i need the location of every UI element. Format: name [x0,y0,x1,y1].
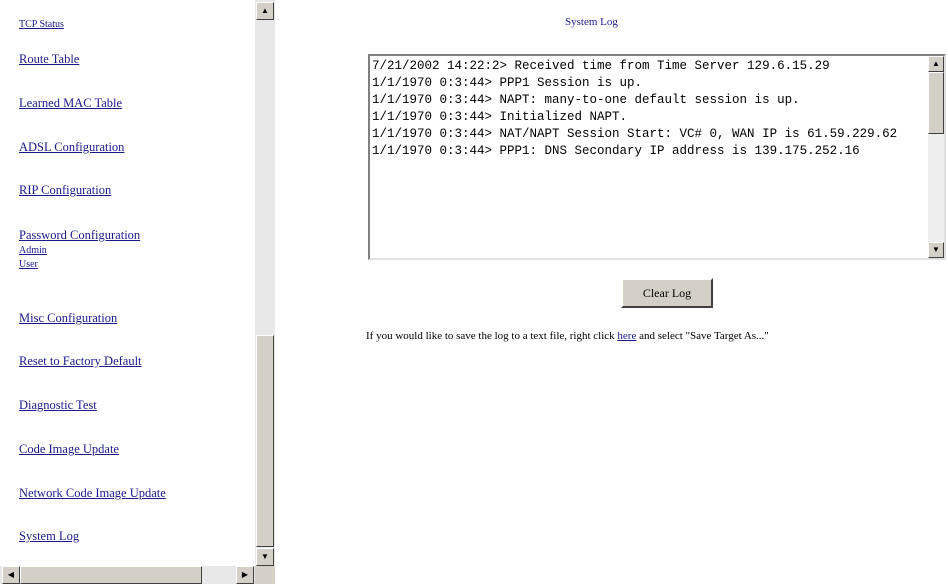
system-log-textarea[interactable]: 7/21/2002 14:22:2> Received time from Ti… [368,54,946,260]
clear-log-button[interactable]: Clear Log [621,278,713,308]
nav-link-diagnostic-test[interactable]: Diagnostic Test [19,398,97,413]
nav-vertical-scroll-thumb[interactable] [256,335,274,547]
nav-link-password-configuration[interactable]: Password Configuration [19,228,140,243]
scroll-right-arrow-icon[interactable]: ▶ [236,566,254,584]
nav-horizontal-scroll-thumb[interactable] [20,566,202,584]
log-scroll-down-arrow-icon[interactable]: ▼ [928,242,944,258]
save-log-instructions: If you would like to save the log to a t… [366,330,769,342]
nav-link-route-table[interactable]: Route Table [19,52,79,67]
log-vertical-scrollbar[interactable]: ▲ ▼ [928,56,944,258]
navigation-frame: TCP Status Route Table Learned MAC Table… [0,0,275,584]
nav-link-rip-configuration[interactable]: RIP Configuration [19,183,111,198]
nav-link-code-image-update[interactable]: Code Image Update [19,442,119,457]
log-scroll-up-arrow-icon[interactable]: ▲ [928,56,944,72]
nav-link-tcp-status[interactable]: TCP Status [19,19,64,30]
nav-link-admin[interactable]: Admin [19,245,47,256]
scroll-down-arrow-icon[interactable]: ▼ [256,548,274,566]
save-log-here-link[interactable]: here [617,330,636,342]
nav-link-system-log[interactable]: System Log [19,529,79,544]
save-instructions-text-after: and select "Save Target As..." [636,330,769,342]
nav-link-network-code-image-update[interactable]: Network Code Image Update [19,486,166,501]
nav-link-adsl-configuration[interactable]: ADSL Configuration [19,140,124,155]
page-title: System Log [565,16,618,28]
scrollbar-corner [255,566,275,584]
scroll-left-arrow-icon[interactable]: ◀ [2,566,20,584]
nav-link-learned-mac-table[interactable]: Learned MAC Table [19,96,122,111]
nav-link-reset-to-factory-default[interactable]: Reset to Factory Default [19,354,142,369]
log-content[interactable]: 7/21/2002 14:22:2> Received time from Ti… [372,58,927,256]
nav-link-user[interactable]: User [19,259,38,270]
nav-horizontal-scrollbar[interactable]: ◀ ▶ [0,566,255,584]
nav-link-misc-configuration[interactable]: Misc Configuration [19,311,117,326]
nav-list: TCP Status Route Table Learned MAC Table… [0,0,255,566]
nav-vertical-scrollbar[interactable]: ▲ ▼ [255,0,275,566]
scroll-up-arrow-icon[interactable]: ▲ [256,2,274,20]
save-instructions-text-before: If you would like to save the log to a t… [366,330,618,342]
log-scroll-thumb[interactable] [928,72,944,134]
